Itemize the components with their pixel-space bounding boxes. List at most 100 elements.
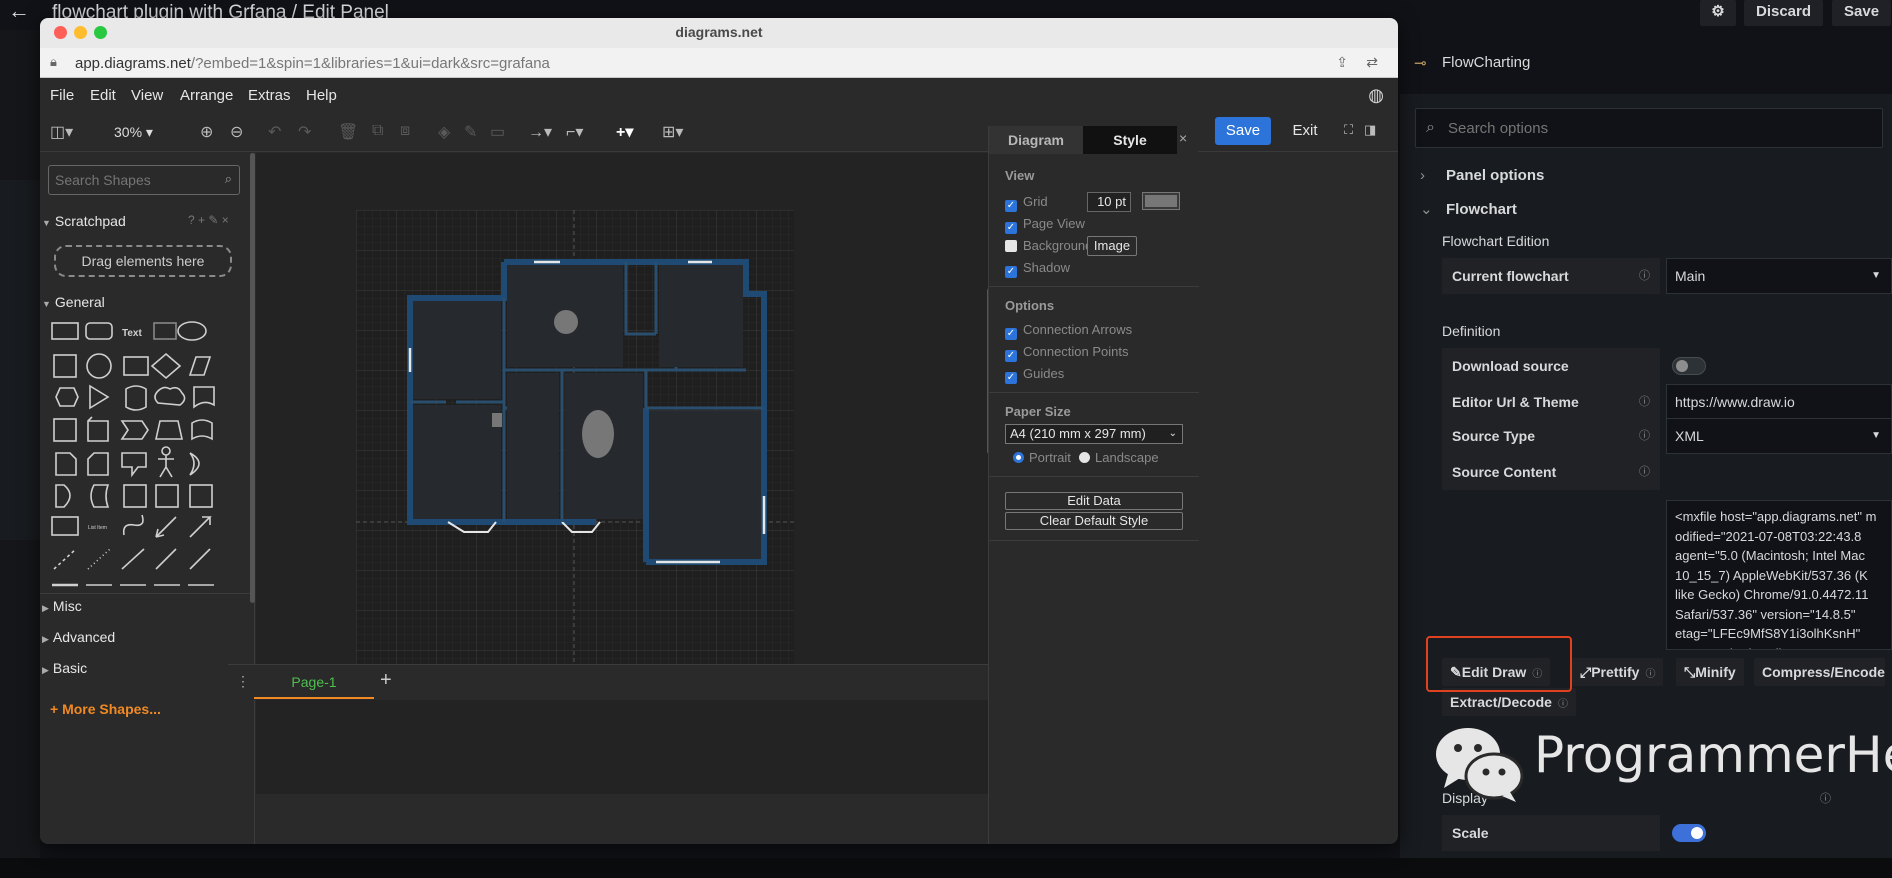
to-back-icon[interactable]: ⧈ <box>400 122 410 140</box>
pages-menu-icon[interactable]: ⋮ <box>236 673 250 690</box>
section-panel-options[interactable]: › Panel options <box>1420 167 1544 184</box>
label-text: Source Content <box>1452 464 1557 480</box>
menu-file[interactable]: File <box>50 87 74 104</box>
circle-shape <box>86 353 112 379</box>
extract-decode-button[interactable]: Extract/Decode ⓘ <box>1442 688 1576 716</box>
menu-help[interactable]: Help <box>306 87 337 104</box>
flowchart-edition-heading: Flowchart Edition <box>1442 233 1550 249</box>
discard-button[interactable]: Discard <box>1744 0 1824 26</box>
address-bar[interactable]: 🔒︎ app.diagrams.net/?embed=1&spin=1&libr… <box>40 48 1398 78</box>
zoom-in-icon[interactable]: ⊕ <box>200 122 213 142</box>
connection-icon[interactable]: →▾ <box>528 122 552 142</box>
tab-style[interactable]: Style <box>1083 126 1177 154</box>
globe-icon[interactable]: ◍ <box>1368 85 1384 106</box>
zoom-select[interactable]: 30% ▾ <box>114 124 153 141</box>
landscape-radio[interactable]: Landscape <box>1079 450 1159 465</box>
more-shapes-button[interactable]: + More Shapes... <box>50 701 161 717</box>
insert-icon[interactable]: +▾ <box>616 122 633 142</box>
close-icon[interactable]: × <box>1179 130 1187 146</box>
tab-diagram[interactable]: Diagram <box>989 126 1083 154</box>
zoom-out-icon[interactable]: ⊖ <box>230 122 243 142</box>
shape-palette[interactable]: Text List Item <box>48 313 248 603</box>
minify-button[interactable]: ⤡Minify <box>1676 658 1744 686</box>
grafana-bottom-bar <box>0 858 1892 878</box>
info-icon[interactable]: ⓘ <box>1639 384 1650 420</box>
grid-size-input[interactable]: 10 pt <box>1087 192 1131 212</box>
clear-default-style-button[interactable]: Clear Default Style <box>1005 512 1183 530</box>
panel-layout-icon[interactable]: ◫▾ <box>50 122 73 142</box>
actor-shape <box>158 446 174 478</box>
delete-icon[interactable]: 🗑︎ <box>338 122 358 142</box>
field-label: Current flowchart ⓘ <box>1442 258 1660 294</box>
shape-search-box[interactable]: ⌕ <box>48 165 240 195</box>
info-icon[interactable]: ⓘ <box>1639 258 1650 294</box>
scratchpad-drop-zone[interactable]: Drag elements here <box>54 245 232 277</box>
menu-extras[interactable]: Extras <box>248 87 291 104</box>
table-icon[interactable]: ⊞▾ <box>662 122 683 142</box>
page-tab[interactable]: Page-1 <box>254 665 374 699</box>
to-front-icon[interactable]: ⧉ <box>372 122 383 140</box>
menu-edit[interactable]: Edit <box>90 87 116 104</box>
search-options-input[interactable] <box>1448 117 1868 139</box>
paper-size-select[interactable]: A4 (210 mm x 297 mm) ⌄ <box>1005 424 1183 444</box>
undo-icon[interactable]: ↶ <box>268 122 281 142</box>
grid-color-swatch[interactable] <box>1142 192 1180 210</box>
share-icon[interactable]: ⇪ <box>1336 54 1348 71</box>
drawio-exit-button[interactable]: Exit <box>1281 117 1329 145</box>
grid-checkbox[interactable]: ✓ Grid <box>1005 194 1048 212</box>
current-flowchart-select[interactable]: Main ▼ <box>1666 258 1892 294</box>
scratchpad-header[interactable]: ▼ Scratchpad <box>42 213 126 229</box>
info-icon[interactable]: ⓘ <box>1639 418 1650 454</box>
waypoints-icon[interactable]: ⌐▾ <box>566 122 583 142</box>
format-panel-toggle-icon[interactable]: ◨ <box>1364 122 1376 138</box>
advanced-header[interactable]: ▶ Advanced <box>42 629 115 645</box>
scratchpad-tools[interactable]: ? + ✎ × <box>188 213 229 227</box>
cloud-shape <box>154 386 186 406</box>
general-header[interactable]: ▼ General <box>42 294 105 310</box>
download-source-toggle[interactable] <box>1672 357 1706 375</box>
menu-view[interactable]: View <box>131 87 163 104</box>
save-button[interactable]: Save <box>1832 0 1892 26</box>
basic-header[interactable]: ▶ Basic <box>42 660 87 676</box>
redo-icon[interactable]: ↷ <box>298 122 311 142</box>
shape-search-input[interactable] <box>55 171 215 189</box>
section-flowchart[interactable]: ⌄ Flowchart <box>1420 200 1517 218</box>
label-text: Editor Url & Theme <box>1452 394 1579 410</box>
divider <box>989 476 1199 477</box>
background-checkbox[interactable]: Background <box>1005 238 1092 253</box>
scale-toggle[interactable] <box>1672 824 1706 842</box>
drawio-save-button[interactable]: Save <box>1215 117 1271 145</box>
floor-plan-diagram[interactable] <box>356 210 794 672</box>
misc-header[interactable]: ▶ Misc <box>42 598 82 614</box>
background-image-button[interactable]: Image <box>1087 236 1137 256</box>
guides-checkbox[interactable]: ✓ Guides <box>1005 366 1064 384</box>
source-content-textarea[interactable]: <mxfile host="app.diagrams.net" modified… <box>1666 500 1892 650</box>
swimlane-shape <box>189 484 213 508</box>
fullscreen-icon[interactable]: ⛶ <box>1344 122 1353 138</box>
gear-icon[interactable]: ⚙ <box>1700 0 1736 26</box>
sidebar-scrollbar[interactable] <box>250 153 255 603</box>
search-options-box[interactable]: ⌕ <box>1415 108 1883 148</box>
or-shape <box>189 452 200 476</box>
radio-label: Landscape <box>1095 450 1159 465</box>
shadow-icon[interactable]: ▭ <box>490 122 505 142</box>
edit-data-button[interactable]: Edit Data <box>1005 492 1183 510</box>
prettify-button[interactable]: ⤢Prettify ⓘ <box>1572 658 1664 686</box>
info-icon[interactable]: ⓘ <box>1639 454 1650 490</box>
source-type-select[interactable]: XML ▼ <box>1666 418 1892 454</box>
portrait-radio[interactable]: Portrait <box>1013 450 1071 465</box>
translate-icon[interactable]: ⇄ <box>1366 54 1378 71</box>
connection-points-checkbox[interactable]: ✓ Connection Points <box>1005 344 1129 362</box>
add-page-icon[interactable]: + <box>380 669 392 692</box>
compress-encode-button[interactable]: Compress/Encode <box>1754 658 1885 686</box>
page-view-checkbox[interactable]: ✓ Page View <box>1005 216 1085 234</box>
connection-arrows-checkbox[interactable]: ✓ Connection Arrows <box>1005 322 1132 340</box>
room-fill-4 <box>507 373 559 519</box>
line-color-icon[interactable]: ✎ <box>464 122 477 142</box>
editor-url-input[interactable]: https://www.draw.io <box>1666 384 1892 420</box>
fill-color-icon[interactable]: ◈ <box>438 122 450 142</box>
shadow-checkbox[interactable]: ✓ Shadow <box>1005 260 1070 278</box>
menu-arrange[interactable]: Arrange <box>180 87 233 104</box>
arrow-left-icon[interactable]: ← <box>8 0 30 22</box>
tape-shape <box>191 419 213 441</box>
